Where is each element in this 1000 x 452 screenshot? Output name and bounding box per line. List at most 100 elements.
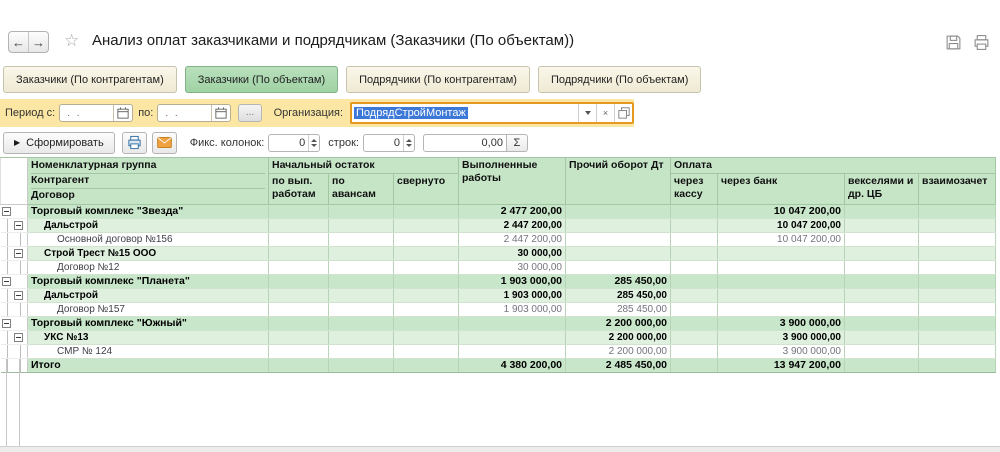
cell-balance-works[interactable] — [269, 289, 329, 303]
organization-dropdown-button[interactable] — [578, 104, 596, 122]
cell-cash[interactable] — [671, 205, 718, 219]
cell-bank[interactable]: 13 947 200,00 — [718, 359, 845, 373]
cell-bills[interactable] — [845, 219, 919, 233]
cell-balance-works[interactable] — [269, 233, 329, 247]
fix-rows-stepper[interactable]: 0 — [363, 134, 415, 152]
table-row[interactable]: Строй Трест №15 ООО 30 000,00 — [1, 247, 996, 261]
cell-bank[interactable] — [718, 275, 845, 289]
cell-balance-advances[interactable] — [329, 303, 394, 317]
cell-balance-advances[interactable] — [329, 247, 394, 261]
generate-button[interactable]: ▶ Сформировать — [3, 132, 115, 154]
table-row[interactable]: Дальстрой 1 903 000,00 285 450,00 — [1, 289, 996, 303]
table-row[interactable]: Договор №157 1 903 000,00 285 450,00 — [1, 303, 996, 317]
cell-bills[interactable] — [845, 205, 919, 219]
collapse-icon[interactable] — [14, 291, 23, 300]
cell-offset[interactable] — [919, 345, 996, 359]
table-row[interactable]: Торговый комплекс "Звезда" 2 477 200,00 … — [1, 205, 996, 219]
cell-performed[interactable]: 30 000,00 — [459, 261, 566, 275]
table-row[interactable]: Торговый комплекс "Планета" 1 903 000,00… — [1, 275, 996, 289]
total-row[interactable]: Итого 4 380 200,00 2 485 450,00 13 947 2… — [1, 359, 996, 373]
cell-cash[interactable] — [671, 247, 718, 261]
cell-collapsed[interactable] — [394, 261, 459, 275]
cell-balance-advances[interactable] — [329, 233, 394, 247]
cell-balance-advances[interactable] — [329, 289, 394, 303]
cell-offset[interactable] — [919, 317, 996, 331]
row-name[interactable]: Торговый комплекс "Южный" — [28, 317, 269, 331]
cell-other-dt[interactable]: 285 450,00 — [566, 303, 671, 317]
cell-collapsed[interactable] — [394, 359, 459, 373]
cell-balance-works[interactable] — [269, 317, 329, 331]
cell-balance-works[interactable] — [269, 359, 329, 373]
table-row[interactable]: СМР № 124 2 200 000,00 3 900 000,00 — [1, 345, 996, 359]
cell-other-dt[interactable]: 2 200 000,00 — [566, 331, 671, 345]
row-name[interactable]: Дальстрой — [28, 219, 269, 233]
cell-performed[interactable]: 1 903 000,00 — [459, 289, 566, 303]
table-row[interactable]: Дальстрой 2 447 200,00 10 047 200,00 — [1, 219, 996, 233]
cell-performed[interactable] — [459, 317, 566, 331]
cell-balance-works[interactable] — [269, 303, 329, 317]
cell-collapsed[interactable] — [394, 275, 459, 289]
cell-offset[interactable] — [919, 303, 996, 317]
cell-balance-advances[interactable] — [329, 359, 394, 373]
cell-offset[interactable] — [919, 331, 996, 345]
row-name[interactable]: УКС №13 — [28, 331, 269, 345]
print-button[interactable] — [973, 34, 990, 51]
cell-other-dt[interactable]: 2 485 450,00 — [566, 359, 671, 373]
cell-offset[interactable] — [919, 205, 996, 219]
cell-balance-works[interactable] — [269, 331, 329, 345]
cell-collapsed[interactable] — [394, 345, 459, 359]
cell-performed[interactable] — [459, 331, 566, 345]
cell-bills[interactable] — [845, 261, 919, 275]
cell-cash[interactable] — [671, 289, 718, 303]
row-name[interactable]: СМР № 124 — [28, 345, 269, 359]
row-name[interactable]: Торговый комплекс "Планета" — [28, 275, 269, 289]
cell-bills[interactable] — [845, 275, 919, 289]
cell-balance-advances[interactable] — [329, 275, 394, 289]
cell-cash[interactable] — [671, 233, 718, 247]
cell-bank[interactable] — [718, 303, 845, 317]
cell-cash[interactable] — [671, 275, 718, 289]
row-name[interactable]: Договор №157 — [28, 303, 269, 317]
cell-cash[interactable] — [671, 317, 718, 331]
period-from-input[interactable]: . . — [59, 104, 133, 122]
row-name[interactable]: Основной договор №156 — [28, 233, 269, 247]
cell-performed[interactable] — [459, 345, 566, 359]
collapse-icon[interactable] — [14, 221, 23, 230]
cell-balance-advances[interactable] — [329, 317, 394, 331]
back-button[interactable]: ← — [9, 32, 28, 52]
cell-bills[interactable] — [845, 289, 919, 303]
tab-contractors-by-counterparty[interactable]: Подрядчики (По контрагентам) — [346, 66, 530, 93]
cell-bank[interactable] — [718, 289, 845, 303]
cell-cash[interactable] — [671, 219, 718, 233]
cell-offset[interactable] — [919, 219, 996, 233]
cell-bills[interactable] — [845, 247, 919, 261]
table-row[interactable]: Основной договор №156 2 447 200,00 10 04… — [1, 233, 996, 247]
cell-other-dt[interactable]: 2 200 000,00 — [566, 345, 671, 359]
calendar-button[interactable] — [211, 105, 230, 121]
cell-bank[interactable]: 3 900 000,00 — [718, 345, 845, 359]
cell-collapsed[interactable] — [394, 317, 459, 331]
cell-bank[interactable] — [718, 247, 845, 261]
organization-clear-button[interactable]: × — [596, 104, 614, 122]
cell-cash[interactable] — [671, 261, 718, 275]
cell-other-dt[interactable] — [566, 247, 671, 261]
cell-bills[interactable] — [845, 331, 919, 345]
period-more-button[interactable]: ... — [238, 104, 261, 122]
save-button[interactable] — [945, 34, 962, 51]
tab-customers-by-counterparty[interactable]: Заказчики (По контрагентам) — [3, 66, 177, 93]
cell-balance-works[interactable] — [269, 275, 329, 289]
cell-performed[interactable]: 30 000,00 — [459, 247, 566, 261]
row-name[interactable]: Торговый комплекс "Звезда" — [28, 205, 269, 219]
collapse-icon[interactable] — [2, 277, 11, 286]
fix-columns-stepper[interactable]: 0 — [268, 134, 320, 152]
cell-collapsed[interactable] — [394, 219, 459, 233]
row-name[interactable]: Итого — [28, 359, 269, 373]
row-name[interactable]: Договор №12 — [28, 261, 269, 275]
autosum-button[interactable]: Σ — [507, 134, 528, 152]
cell-cash[interactable] — [671, 359, 718, 373]
cell-balance-advances[interactable] — [329, 261, 394, 275]
row-name[interactable]: Строй Трест №15 ООО — [28, 247, 269, 261]
cell-bank[interactable]: 10 047 200,00 — [718, 233, 845, 247]
collapse-icon[interactable] — [14, 333, 23, 342]
cell-bank[interactable] — [718, 261, 845, 275]
